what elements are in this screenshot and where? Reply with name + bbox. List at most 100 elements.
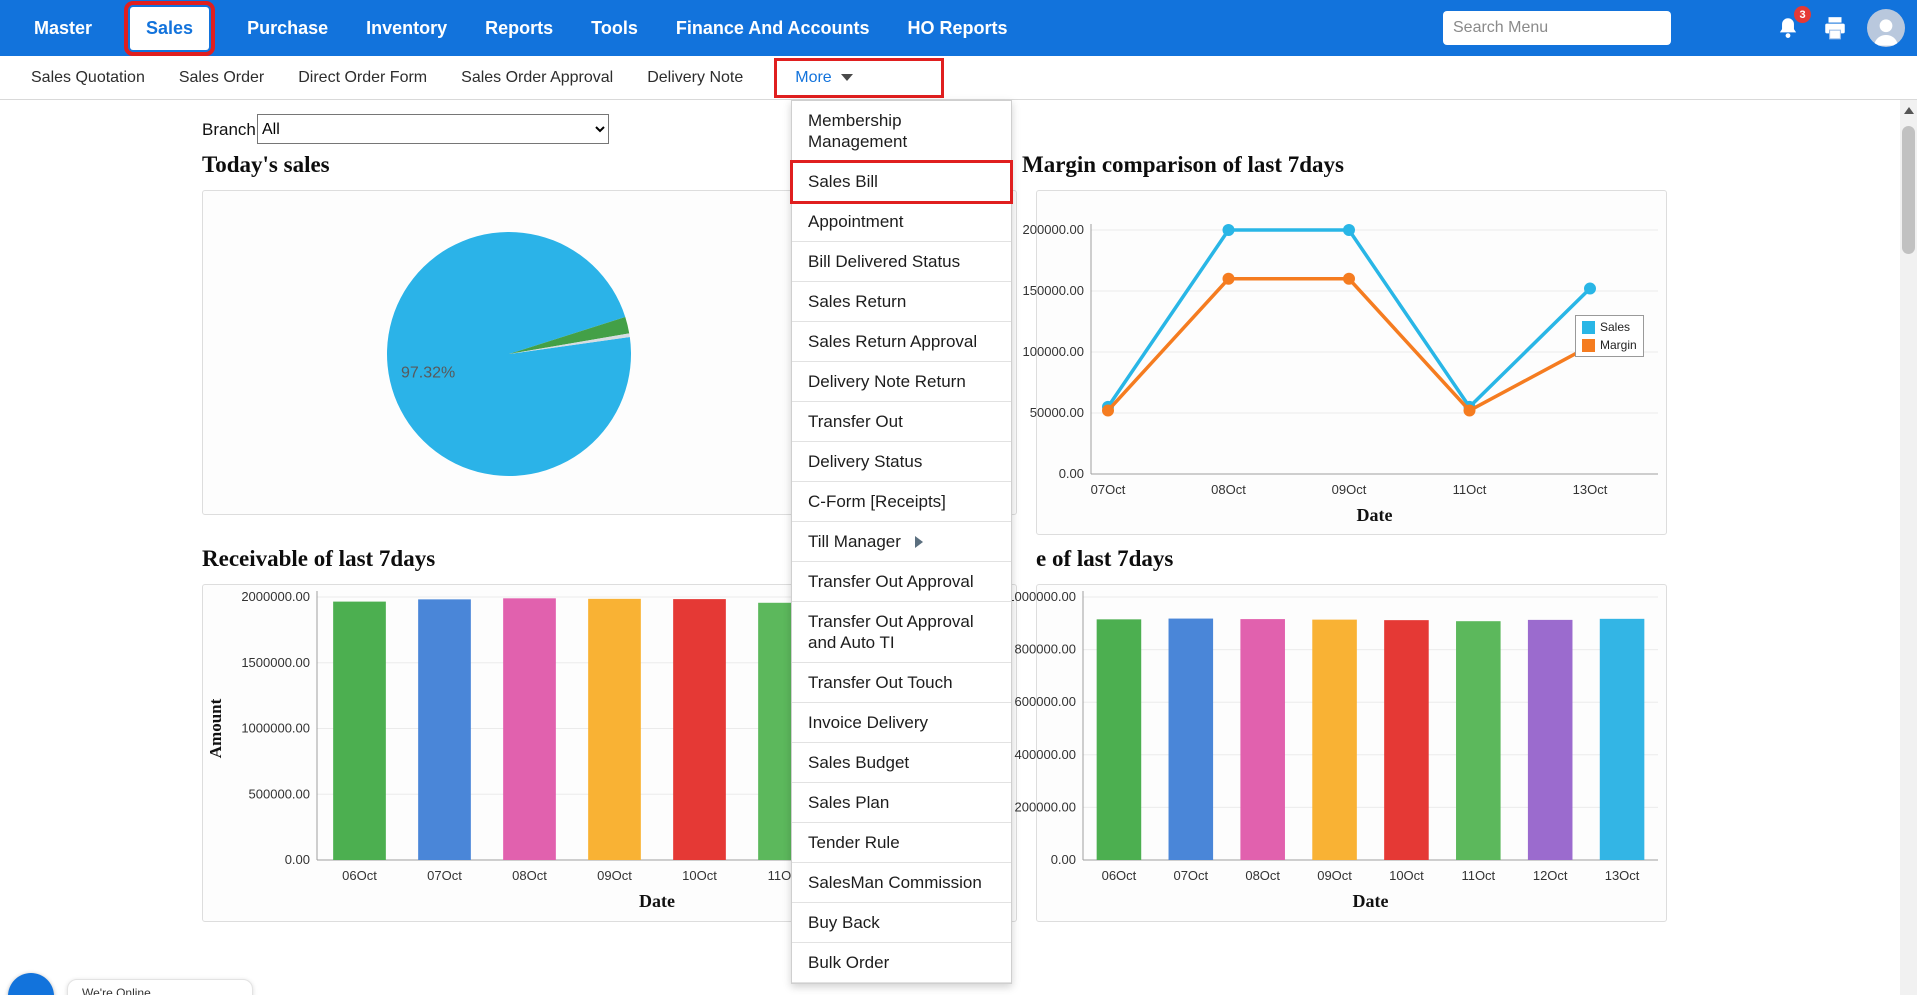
svg-text:50000.00: 50000.00 (1030, 405, 1084, 420)
svg-text:10Oct: 10Oct (682, 868, 717, 883)
chevron-down-icon (841, 74, 853, 81)
menu-item-bill-delivered-status[interactable]: Bill Delivered Status (792, 242, 1011, 282)
menu-item-label: Appointment (808, 211, 903, 232)
menu-item-transfer-out-approval-and-auto-ti[interactable]: Transfer Out Approval and Auto TI (792, 602, 1011, 663)
menu-item-transfer-out-touch[interactable]: Transfer Out Touch (792, 663, 1011, 703)
menu-item-label: Delivery Status (808, 451, 922, 472)
svg-text:Date: Date (639, 891, 675, 911)
svg-text:07Oct: 07Oct (427, 868, 462, 883)
nav-finance-and-accounts[interactable]: Finance And Accounts (676, 18, 870, 39)
receivable-title: Receivable of last 7days (202, 546, 435, 572)
sale-7days-title: e of last 7days (1036, 546, 1173, 572)
svg-text:06Oct: 06Oct (342, 868, 377, 883)
svg-text:400000.00: 400000.00 (1015, 747, 1076, 762)
menu-item-delivery-status[interactable]: Delivery Status (792, 442, 1011, 482)
menu-item-label: Transfer Out Approval (808, 571, 974, 592)
printer-icon (1822, 15, 1848, 41)
svg-text:09Oct: 09Oct (1317, 868, 1352, 883)
svg-text:800000.00: 800000.00 (1015, 642, 1076, 657)
menu-item-sales-bill[interactable]: Sales Bill (792, 162, 1011, 202)
top-navbar: Master Sales Purchase Inventory Reports Tools… (0, 0, 1917, 56)
menu-item-label: Sales Plan (808, 792, 889, 813)
subnav-sales-order-approval[interactable]: Sales Order Approval (461, 69, 613, 87)
nav-sales[interactable]: Sales (130, 7, 209, 50)
svg-text:10Oct: 10Oct (1389, 868, 1424, 883)
svg-text:08Oct: 08Oct (1245, 868, 1280, 883)
caret-up-icon (1904, 107, 1914, 114)
svg-text:11Oct: 11Oct (1461, 868, 1495, 883)
svg-text:500000.00: 500000.00 (249, 786, 310, 801)
menu-item-buy-back[interactable]: Buy Back (792, 903, 1011, 943)
more-label: More (795, 69, 831, 87)
todays-sales-title: Today's sales (202, 152, 330, 178)
menu-item-till-manager[interactable]: Till Manager (792, 522, 1011, 562)
branch-select[interactable]: All (257, 114, 609, 144)
menu-item-tender-rule[interactable]: Tender Rule (792, 823, 1011, 863)
nav-tools[interactable]: Tools (591, 18, 638, 39)
chart-legend: SalesMargin (1575, 315, 1644, 357)
sales-margin-title: Margin comparison of last 7days (1022, 152, 1344, 178)
menu-item-label: Transfer Out Approval and Auto TI (808, 611, 995, 653)
svg-text:11Oct: 11Oct (1453, 482, 1487, 497)
scroll-thumb[interactable] (1902, 126, 1915, 254)
menu-item-label: Bulk Order (808, 952, 889, 973)
svg-text:08Oct: 08Oct (512, 868, 547, 883)
menu-item-bulk-order[interactable]: Bulk Order (792, 943, 1011, 983)
svg-text:1000000.00: 1000000.00 (241, 721, 310, 736)
menu-item-label: Membership Management (808, 110, 995, 152)
sale-7days-chart: 0.00200000.00400000.00600000.00800000.00… (1036, 584, 1667, 922)
nav-master[interactable]: Master (34, 18, 92, 39)
svg-text:1500000.00: 1500000.00 (241, 655, 310, 670)
user-avatar[interactable] (1867, 9, 1905, 47)
nav-ho-reports[interactable]: HO Reports (908, 18, 1008, 39)
search-input[interactable] (1443, 11, 1671, 45)
menu-item-transfer-out-approval[interactable]: Transfer Out Approval (792, 562, 1011, 602)
svg-text:Amount: Amount (206, 698, 225, 758)
scrollbar[interactable] (1900, 100, 1917, 995)
menu-item-transfer-out[interactable]: Transfer Out (792, 402, 1011, 442)
menu-item-membership-management[interactable]: Membership Management (792, 101, 1011, 162)
svg-text:2000000.00: 2000000.00 (241, 589, 310, 604)
svg-text:08Oct: 08Oct (1211, 482, 1246, 497)
menu-item-label: Delivery Note Return (808, 371, 966, 392)
subnav-direct-order-form[interactable]: Direct Order Form (298, 69, 427, 87)
menu-item-c-form-receipts[interactable]: C-Form [Receipts] (792, 482, 1011, 522)
menu-item-label: Sales Return (808, 291, 906, 312)
notifications-button[interactable]: 3 (1773, 13, 1803, 43)
svg-text:600000.00: 600000.00 (1015, 694, 1076, 709)
nav-purchase[interactable]: Purchase (247, 18, 328, 39)
svg-text:1000000.00: 1000000.00 (1007, 589, 1076, 604)
scroll-up-arrow[interactable] (1900, 100, 1917, 120)
svg-text:07Oct: 07Oct (1173, 868, 1208, 883)
chat-status-card[interactable]: We're Online (67, 979, 253, 995)
svg-text:150000.00: 150000.00 (1023, 283, 1084, 298)
svg-text:0.00: 0.00 (1051, 852, 1076, 867)
subnav-delivery-note[interactable]: Delivery Note (647, 69, 743, 87)
sales-submenu: Sales Quotation Sales Order Direct Order F… (0, 56, 1917, 100)
menu-item-appointment[interactable]: Appointment (792, 202, 1011, 242)
menu-item-label: SalesMan Commission (808, 872, 982, 893)
subnav-sales-quotation[interactable]: Sales Quotation (31, 69, 145, 87)
menu-item-sales-budget[interactable]: Sales Budget (792, 743, 1011, 783)
menu-item-salesman-commission[interactable]: SalesMan Commission (792, 863, 1011, 903)
menu-item-label: Sales Bill (808, 171, 878, 192)
main-menu: Master Sales Purchase Inventory Reports Tools… (0, 7, 1008, 50)
print-button[interactable] (1820, 13, 1850, 43)
topnav-right: 3 (1443, 9, 1917, 47)
menu-item-label: Sales Budget (808, 752, 909, 773)
user-icon (1869, 13, 1903, 47)
svg-text:0.00: 0.00 (285, 852, 310, 867)
subnav-more[interactable]: More (777, 61, 940, 95)
menu-item-sales-plan[interactable]: Sales Plan (792, 783, 1011, 823)
menu-item-sales-return-approval[interactable]: Sales Return Approval (792, 322, 1011, 362)
menu-item-label: Transfer Out (808, 411, 903, 432)
more-dropdown-menu: Membership Management Sales Bill Appointme… (791, 100, 1012, 984)
menu-item-sales-return[interactable]: Sales Return (792, 282, 1011, 322)
menu-item-delivery-note-return[interactable]: Delivery Note Return (792, 362, 1011, 402)
nav-reports[interactable]: Reports (485, 18, 553, 39)
menu-item-label: Bill Delivered Status (808, 251, 960, 272)
legend-swatch (1582, 321, 1595, 334)
subnav-sales-order[interactable]: Sales Order (179, 69, 264, 87)
nav-inventory[interactable]: Inventory (366, 18, 447, 39)
menu-item-invoice-delivery[interactable]: Invoice Delivery (792, 703, 1011, 743)
